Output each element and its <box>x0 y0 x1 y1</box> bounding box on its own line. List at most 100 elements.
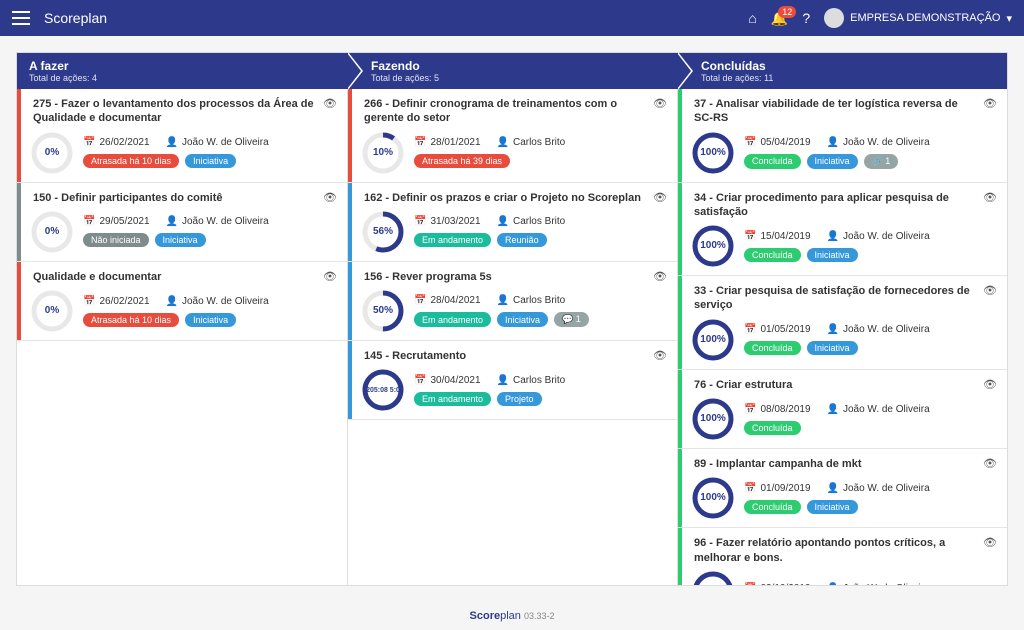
tag[interactable]: Iniciativa <box>155 233 206 247</box>
column-title: A fazer <box>29 59 335 73</box>
user-label: EMPRESA DEMONSTRAÇÃO <box>850 12 1000 24</box>
tag-row: Atrasada há 39 dias <box>414 154 667 168</box>
kanban-card[interactable]: 162 - Definir os prazos e criar o Projet… <box>348 183 677 262</box>
progress-label: 100% <box>700 493 726 503</box>
progress-label: 100% <box>700 414 726 424</box>
progress-ring: 100% <box>692 477 734 519</box>
tag[interactable]: Iniciativa <box>807 341 858 355</box>
kanban-card[interactable]: 266 - Definir cronograma de treinamentos… <box>348 89 677 183</box>
tag-row: Atrasada há 10 dias Iniciativa <box>83 313 337 327</box>
progress-ring: 100% <box>692 398 734 440</box>
column-body: 266 - Definir cronograma de treinamentos… <box>347 89 677 585</box>
kanban-card[interactable]: 33 - Criar pesquisa de satisfação de for… <box>678 276 1007 370</box>
tag[interactable]: Concluída <box>744 154 801 169</box>
kanban-card[interactable]: 150 - Definir participantes do comitê 👁 … <box>17 183 347 262</box>
eye-icon[interactable]: 👁 <box>653 97 667 110</box>
kanban-card[interactable]: 145 - Recrutamento 👁 1205:08 5:00 📅30/04… <box>348 341 677 420</box>
user-icon: 👤 <box>497 295 509 306</box>
tag[interactable]: Não iniciada <box>83 233 149 247</box>
kanban-board: A fazer Total de ações: 4 275 - Fazer o … <box>16 52 1008 586</box>
card-owner: 👤João W. de Oliveira <box>827 583 930 585</box>
eye-icon[interactable]: 👁 <box>983 191 997 204</box>
card-date: 📅31/03/2021 <box>414 216 481 227</box>
tag[interactable]: Atrasada há 39 dias <box>414 154 510 168</box>
menu-icon[interactable] <box>12 11 30 25</box>
app-header: Scoreplan ⌂ 🔔12 ? EMPRESA DEMONSTRAÇÃO ▾ <box>0 0 1024 36</box>
card-title: 162 - Definir os prazos e criar o Projet… <box>358 191 645 205</box>
calendar-icon: 📅 <box>744 483 756 494</box>
eye-icon[interactable]: 👁 <box>653 191 667 204</box>
calendar-icon: 📅 <box>414 216 426 227</box>
tag[interactable]: 💬 1 <box>554 312 589 327</box>
card-owner: 👤João W. de Oliveira <box>166 216 269 227</box>
tag[interactable]: Iniciativa <box>807 154 858 169</box>
eye-icon[interactable]: 👁 <box>983 97 997 110</box>
tag[interactable]: Iniciativa <box>497 312 548 327</box>
tag[interactable]: Iniciativa <box>807 500 858 514</box>
kanban-card[interactable]: 275 - Fazer o levantamento dos processos… <box>17 89 347 183</box>
user-icon: 👤 <box>497 137 509 148</box>
card-status-bar <box>17 89 21 182</box>
calendar-icon: 📅 <box>744 137 756 148</box>
card-status-bar <box>348 89 352 182</box>
card-owner: 👤João W. de Oliveira <box>166 137 269 148</box>
eye-icon[interactable]: 👁 <box>323 270 337 283</box>
tag[interactable]: Em andamento <box>414 233 491 247</box>
kanban-card[interactable]: Qualidade e documentar 👁 0% 📅26/02/2021 … <box>17 262 347 341</box>
user-menu-button[interactable]: EMPRESA DEMONSTRAÇÃO ▾ <box>824 8 1012 28</box>
card-date: 📅01/09/2019 <box>744 483 811 494</box>
card-date: 📅03/10/2019 <box>744 583 811 585</box>
tag[interactable]: Iniciativa <box>807 248 858 262</box>
card-owner: 👤João W. de Oliveira <box>827 404 930 415</box>
kanban-card[interactable]: 96 - Fazer relatório apontando pontos cr… <box>678 528 1007 585</box>
tag[interactable]: Projeto <box>497 392 542 406</box>
kanban-card[interactable]: 37 - Analisar viabilidade de ter logísti… <box>678 89 1007 183</box>
card-title: 266 - Definir cronograma de treinamentos… <box>358 97 645 126</box>
kanban-card[interactable]: 34 - Criar procedimento para aplicar pes… <box>678 183 1007 277</box>
kanban-card[interactable]: 89 - Implantar campanha de mkt 👁 100% 📅0… <box>678 449 1007 528</box>
tag[interactable]: Iniciativa <box>185 313 236 327</box>
eye-icon[interactable]: 👁 <box>653 270 667 283</box>
tag[interactable]: Concluída <box>744 341 801 355</box>
tag[interactable]: Atrasada há 10 dias <box>83 154 179 168</box>
column-header: Concluídas Total de ações: 11 <box>677 53 1007 89</box>
progress-ring: 0% <box>31 211 73 253</box>
eye-icon[interactable]: 👁 <box>983 378 997 391</box>
eye-icon[interactable]: 👁 <box>983 536 997 549</box>
kanban-card[interactable]: 156 - Rever programa 5s 👁 50% 📅28/04/202… <box>348 262 677 341</box>
progress-ring: 0% <box>31 132 73 174</box>
card-date: 📅01/05/2019 <box>744 324 811 335</box>
card-title: 34 - Criar procedimento para aplicar pes… <box>688 191 975 220</box>
card-title: 156 - Rever programa 5s <box>358 270 645 284</box>
eye-icon[interactable]: 👁 <box>983 457 997 470</box>
help-icon[interactable]: ? <box>802 10 810 26</box>
eye-icon[interactable]: 👁 <box>323 191 337 204</box>
tag[interactable]: Em andamento <box>414 392 491 406</box>
card-status-bar <box>678 183 682 276</box>
tag[interactable]: Iniciativa <box>185 154 236 168</box>
tag[interactable]: 🔗 1 <box>864 154 899 169</box>
tag[interactable]: Concluída <box>744 421 801 435</box>
bell-icon[interactable]: 🔔12 <box>771 10 788 27</box>
tag-row: Concluída <box>744 421 997 435</box>
notification-badge: 12 <box>778 6 796 18</box>
home-icon[interactable]: ⌂ <box>748 10 756 26</box>
calendar-icon: 📅 <box>744 231 756 242</box>
kanban-card[interactable]: 76 - Criar estrutura 👁 100% 📅08/08/2019 … <box>678 370 1007 449</box>
tag[interactable]: Concluída <box>744 248 801 262</box>
card-date: 📅15/04/2019 <box>744 231 811 242</box>
card-status-bar <box>678 449 682 527</box>
tag[interactable]: Em andamento <box>414 312 491 327</box>
tag[interactable]: Reunião <box>497 233 547 247</box>
progress-ring: 100% <box>692 225 734 267</box>
eye-icon[interactable]: 👁 <box>653 349 667 362</box>
eye-icon[interactable]: 👁 <box>323 97 337 110</box>
tag[interactable]: Concluída <box>744 500 801 514</box>
card-owner: 👤João W. de Oliveira <box>827 324 930 335</box>
tag-row: Em andamento Projeto <box>414 392 667 406</box>
card-title: 37 - Analisar viabilidade de ter logísti… <box>688 97 975 126</box>
tag[interactable]: Atrasada há 10 dias <box>83 313 179 327</box>
user-icon: 👤 <box>827 137 839 148</box>
eye-icon[interactable]: 👁 <box>983 284 997 297</box>
calendar-icon: 📅 <box>83 216 95 227</box>
